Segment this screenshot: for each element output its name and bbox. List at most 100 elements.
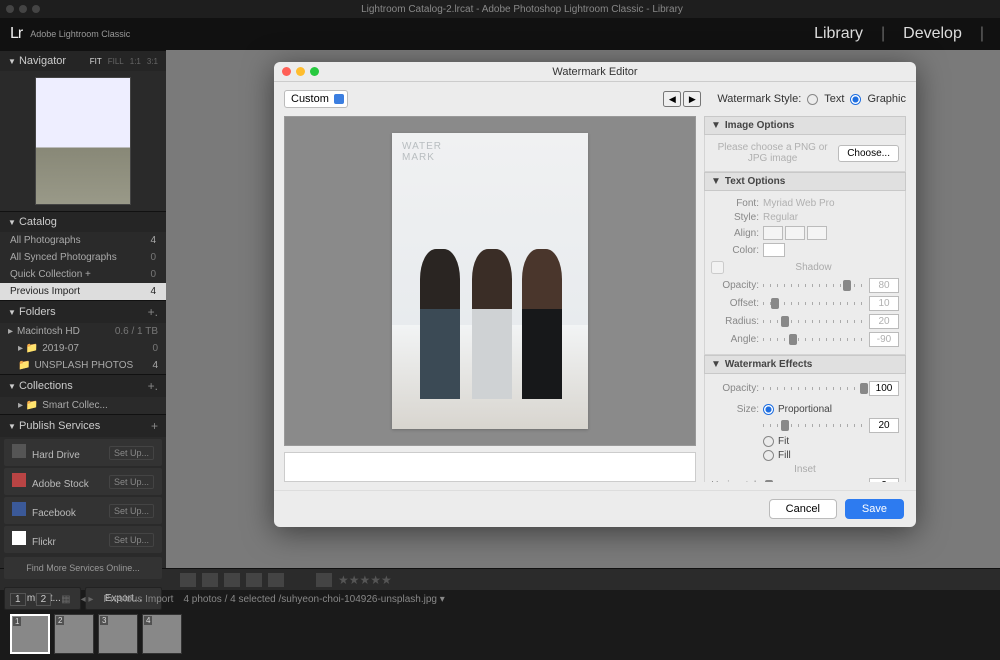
add-folder-icon[interactable]: +.	[148, 305, 158, 319]
size-proportional-radio[interactable]	[763, 404, 774, 415]
color-swatch	[763, 243, 785, 257]
folder-row[interactable]: ▸ 📁 2019-070	[0, 340, 166, 357]
thumbnail[interactable]: 1	[10, 614, 50, 654]
size-input[interactable]	[869, 418, 899, 433]
catalog-list: All Photographs4 All Synced Photographs0…	[0, 232, 166, 300]
app-logo: Lr	[10, 25, 22, 43]
shadow-checkbox	[711, 261, 724, 274]
size-fit-radio[interactable]	[763, 436, 774, 447]
traffic-lights[interactable]	[6, 5, 40, 13]
nav-1to1[interactable]: 1:1	[130, 57, 141, 66]
grid-icon[interactable]: ▦	[61, 594, 70, 605]
people-view-icon[interactable]	[268, 573, 284, 587]
rating-stars[interactable]: ★★★★★	[338, 573, 392, 587]
opacity-input[interactable]	[869, 381, 899, 396]
cancel-button[interactable]: Cancel	[769, 499, 837, 519]
screen-2[interactable]: 2	[36, 593, 52, 606]
text-options-header[interactable]: ▼Text Options	[704, 172, 906, 191]
next-photo-button[interactable]: ▶	[683, 91, 701, 107]
preview-photo: WATERMARK	[392, 133, 588, 429]
align-buttons	[763, 226, 827, 240]
divider: |	[875, 25, 891, 43]
adobestock-icon	[12, 473, 26, 487]
screen-1[interactable]: 1	[10, 593, 26, 606]
collection-row[interactable]: ▸ 📁 Smart Collec...	[0, 397, 166, 414]
inset-horizontal-input[interactable]	[869, 478, 899, 482]
nav-3to1[interactable]: 3:1	[147, 57, 158, 66]
volume-row[interactable]: ▸ Macintosh HD0.6 / 1 TB	[0, 323, 166, 340]
opacity-slider[interactable]	[763, 387, 865, 390]
catalog-row[interactable]: All Synced Photographs0	[0, 249, 166, 266]
setup-button[interactable]: Set Up...	[109, 475, 154, 489]
catalog-row[interactable]: All Photographs4	[0, 232, 166, 249]
navigator-preview[interactable]	[0, 71, 166, 211]
watermark-effects-header[interactable]: ▼Watermark Effects	[704, 355, 906, 374]
thumbnail[interactable]: 3	[98, 614, 138, 654]
navigator-header[interactable]: ▼ Navigator FIT FILL 1:1 3:1	[0, 50, 166, 71]
nav-fill[interactable]: FILL	[108, 57, 124, 66]
shadow-angle-slider	[763, 338, 865, 341]
size-fill-radio[interactable]	[763, 450, 774, 461]
add-publish-icon[interactable]: +	[151, 419, 158, 433]
module-picker: Library | Develop |	[808, 25, 990, 43]
image-options-header[interactable]: ▼Image Options	[704, 116, 906, 135]
zoom-icon[interactable]	[310, 67, 319, 76]
shadow-offset-slider	[763, 302, 865, 305]
watermark-overlay: WATERMARK	[402, 141, 442, 163]
style-graphic-radio[interactable]	[850, 94, 861, 105]
nav-arrows[interactable]: ◂ ▸	[81, 594, 94, 605]
publish-service[interactable]: FacebookSet Up...	[4, 497, 162, 524]
catalog-header[interactable]: ▼ Catalog	[0, 211, 166, 232]
shadow-radius-slider	[763, 320, 865, 323]
dialog-titlebar: Watermark Editor	[274, 62, 916, 82]
loupe-view-icon[interactable]	[202, 573, 218, 587]
flickr-icon	[12, 531, 26, 545]
close-icon[interactable]	[6, 5, 14, 13]
source-label[interactable]: Previous Import	[103, 594, 173, 605]
choose-image-button[interactable]: Choose...	[838, 145, 899, 162]
shadow-opacity-slider	[763, 284, 865, 287]
save-button[interactable]: Save	[845, 499, 904, 519]
prev-photo-button[interactable]: ◀	[663, 91, 681, 107]
module-library[interactable]: Library	[808, 25, 869, 43]
thumbnail[interactable]: 4	[142, 614, 182, 654]
folders-header[interactable]: ▼ Folders+.	[0, 300, 166, 323]
watermark-text-input[interactable]	[284, 452, 696, 482]
preview-stage: WATERMARK	[284, 116, 696, 446]
close-icon[interactable]	[282, 67, 291, 76]
find-more-services[interactable]: Find More Services Online...	[4, 557, 162, 579]
compare-view-icon[interactable]	[224, 573, 240, 587]
publish-service[interactable]: FlickrSet Up...	[4, 526, 162, 553]
zoom-icon[interactable]	[32, 5, 40, 13]
size-slider[interactable]	[763, 424, 865, 427]
publish-service[interactable]: Adobe StockSet Up...	[4, 468, 162, 495]
publish-service[interactable]: Hard DriveSet Up...	[4, 439, 162, 466]
setup-button[interactable]: Set Up...	[109, 446, 154, 460]
style-select: Regular	[763, 212, 899, 223]
minimize-icon[interactable]	[296, 67, 305, 76]
selection-info: 4 photos / 4 selected /suhyeon-choi-1049…	[183, 594, 444, 605]
watermark-style-label: Watermark Style:	[717, 93, 801, 105]
collections-header[interactable]: ▼ Collections+.	[0, 374, 166, 397]
folder-row[interactable]: 📁 UNSPLASH PHOTOS4	[0, 357, 166, 374]
setup-button[interactable]: Set Up...	[109, 533, 154, 547]
app-name: Adobe Lightroom Classic	[30, 29, 130, 39]
catalog-row-selected[interactable]: Previous Import4	[0, 283, 166, 300]
add-collection-icon[interactable]: +.	[148, 379, 158, 393]
left-panel: ▼ Navigator FIT FILL 1:1 3:1 ▼ Catalog A…	[0, 50, 166, 568]
nav-fit[interactable]: FIT	[90, 57, 102, 66]
catalog-row[interactable]: Quick Collection +0	[0, 266, 166, 283]
grid-view-icon[interactable]	[180, 573, 196, 587]
facebook-icon	[12, 502, 26, 516]
setup-button[interactable]: Set Up...	[109, 504, 154, 518]
survey-view-icon[interactable]	[246, 573, 262, 587]
sort-icon[interactable]	[316, 573, 332, 587]
publish-header[interactable]: ▼ Publish Services+	[0, 414, 166, 437]
module-develop[interactable]: Develop	[897, 25, 968, 43]
thumbnail[interactable]: 2	[54, 614, 94, 654]
filmstrip: 1 2 3 4	[0, 608, 1000, 660]
window-title: Lightroom Catalog-2.lrcat - Adobe Photos…	[50, 4, 994, 15]
style-text-radio[interactable]	[807, 94, 818, 105]
preset-select[interactable]: Custom	[284, 90, 348, 108]
minimize-icon[interactable]	[19, 5, 27, 13]
